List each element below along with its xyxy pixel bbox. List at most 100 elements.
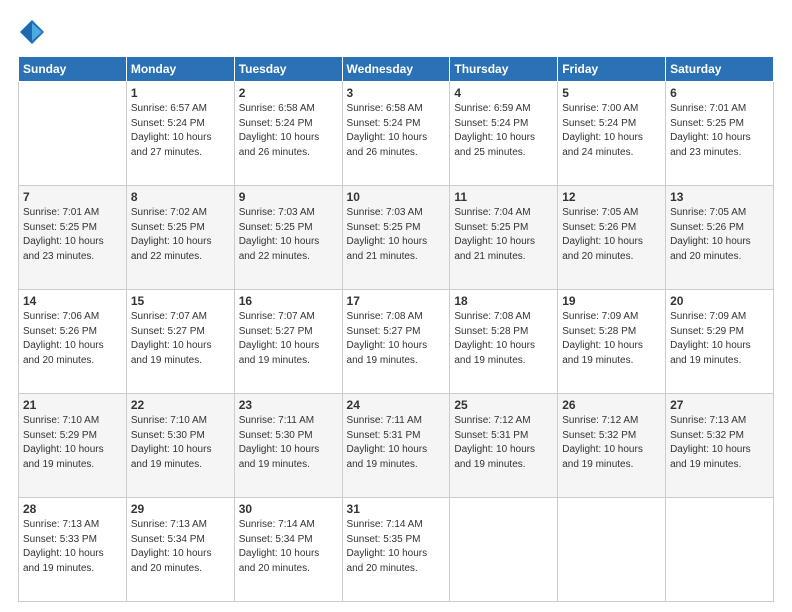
col-header-monday: Monday	[126, 57, 234, 82]
day-number: 28	[23, 502, 122, 516]
col-header-friday: Friday	[558, 57, 666, 82]
day-number: 5	[562, 86, 661, 100]
day-cell: 26Sunrise: 7:12 AM Sunset: 5:32 PM Dayli…	[558, 394, 666, 498]
week-row-3: 14 Sunrise: 7:06 AM Sunset: 5:26 PM Dayli…	[19, 290, 774, 394]
day-info: Sunrise: 7:13 AM Sunset: 5:33 PM Dayligh…	[23, 518, 122, 576]
day-number: 31	[347, 502, 446, 516]
day-number: 12	[562, 190, 661, 204]
logo	[18, 18, 50, 46]
day-number: 8	[131, 190, 230, 204]
day-info: Sunrise: 7:08 AM Sunset: 5:28 PM Dayligh…	[454, 310, 553, 368]
day-cell: 11 Sunrise: 7:04 AM Sunset: 5:25 PM Dayli…	[450, 186, 558, 290]
day-info: Sunrise: 7:14 AM Sunset: 5:35 PM Dayligh…	[347, 518, 446, 576]
day-info: Sunrise: 7:04 AM Sunset: 5:25 PM Dayligh…	[454, 206, 553, 264]
day-number: 15	[131, 294, 230, 308]
day-info: Sunrise: 7:10 AM Sunset: 5:29 PM Dayligh…	[23, 414, 122, 472]
col-header-saturday: Saturday	[666, 57, 774, 82]
page: SundayMondayTuesdayWednesdayThursdayFrid…	[0, 0, 792, 612]
day-info: Sunrise: 6:59 AM Sunset: 5:24 PM Dayligh…	[454, 102, 553, 160]
day-cell	[558, 498, 666, 602]
col-header-tuesday: Tuesday	[234, 57, 342, 82]
day-number: 27	[670, 398, 769, 412]
day-number: 26	[562, 398, 661, 412]
day-number: 4	[454, 86, 553, 100]
col-header-wednesday: Wednesday	[342, 57, 450, 82]
day-cell: 29 Sunrise: 7:13 AM Sunset: 5:34 PM Dayli…	[126, 498, 234, 602]
day-info: Sunrise: 6:58 AM Sunset: 5:24 PM Dayligh…	[239, 102, 338, 160]
day-info: Sunrise: 7:03 AM Sunset: 5:25 PM Dayligh…	[347, 206, 446, 264]
day-number: 29	[131, 502, 230, 516]
day-cell: 28 Sunrise: 7:13 AM Sunset: 5:33 PM Dayli…	[19, 498, 127, 602]
day-info: Sunrise: 7:05 AM Sunset: 5:26 PM Dayligh…	[670, 206, 769, 264]
day-cell: 25 Sunrise: 7:12 AM Sunset: 5:31 PM Dayli…	[450, 394, 558, 498]
day-info: Sunrise: 7:12 AM Sunset: 5:31 PM Dayligh…	[454, 414, 553, 472]
day-info: Sunrise: 7:11 AM Sunset: 5:31 PM Dayligh…	[347, 414, 446, 472]
day-cell: 19 Sunrise: 7:09 AM Sunset: 5:28 PM Dayli…	[558, 290, 666, 394]
day-cell: 20Sunrise: 7:09 AM Sunset: 5:29 PM Dayli…	[666, 290, 774, 394]
day-number: 16	[239, 294, 338, 308]
day-number: 20	[670, 294, 769, 308]
day-number: 18	[454, 294, 553, 308]
day-number: 14	[23, 294, 122, 308]
day-info: Sunrise: 7:13 AM Sunset: 5:32 PM Dayligh…	[670, 414, 769, 472]
day-cell: 4 Sunrise: 6:59 AM Sunset: 5:24 PM Daylig…	[450, 82, 558, 186]
day-info: Sunrise: 6:58 AM Sunset: 5:24 PM Dayligh…	[347, 102, 446, 160]
day-info: Sunrise: 7:10 AM Sunset: 5:30 PM Dayligh…	[131, 414, 230, 472]
day-info: Sunrise: 7:08 AM Sunset: 5:27 PM Dayligh…	[347, 310, 446, 368]
day-number: 11	[454, 190, 553, 204]
day-info: Sunrise: 7:14 AM Sunset: 5:34 PM Dayligh…	[239, 518, 338, 576]
day-number: 9	[239, 190, 338, 204]
week-row-4: 21 Sunrise: 7:10 AM Sunset: 5:29 PM Dayli…	[19, 394, 774, 498]
day-info: Sunrise: 7:05 AM Sunset: 5:26 PM Dayligh…	[562, 206, 661, 264]
day-number: 7	[23, 190, 122, 204]
day-info: Sunrise: 6:57 AM Sunset: 5:24 PM Dayligh…	[131, 102, 230, 160]
logo-icon	[18, 18, 46, 46]
day-info: Sunrise: 7:00 AM Sunset: 5:24 PM Dayligh…	[562, 102, 661, 160]
day-cell: 10 Sunrise: 7:03 AM Sunset: 5:25 PM Dayli…	[342, 186, 450, 290]
day-number: 25	[454, 398, 553, 412]
day-cell: 7 Sunrise: 7:01 AM Sunset: 5:25 PM Daylig…	[19, 186, 127, 290]
day-cell: 22Sunrise: 7:10 AM Sunset: 5:30 PM Dayli…	[126, 394, 234, 498]
day-cell: 18 Sunrise: 7:08 AM Sunset: 5:28 PM Dayli…	[450, 290, 558, 394]
day-cell: 2 Sunrise: 6:58 AM Sunset: 5:24 PM Daylig…	[234, 82, 342, 186]
day-info: Sunrise: 7:01 AM Sunset: 5:25 PM Dayligh…	[23, 206, 122, 264]
day-number: 13	[670, 190, 769, 204]
day-cell: 31 Sunrise: 7:14 AM Sunset: 5:35 PM Dayli…	[342, 498, 450, 602]
day-number: 1	[131, 86, 230, 100]
day-number: 17	[347, 294, 446, 308]
day-info: Sunrise: 7:03 AM Sunset: 5:25 PM Dayligh…	[239, 206, 338, 264]
header-row: SundayMondayTuesdayWednesdayThursdayFrid…	[19, 57, 774, 82]
day-cell	[450, 498, 558, 602]
day-number: 3	[347, 86, 446, 100]
day-cell: 30 Sunrise: 7:14 AM Sunset: 5:34 PM Dayli…	[234, 498, 342, 602]
day-cell: 9 Sunrise: 7:03 AM Sunset: 5:25 PM Daylig…	[234, 186, 342, 290]
day-cell: 13 Sunrise: 7:05 AM Sunset: 5:26 PM Dayli…	[666, 186, 774, 290]
week-row-5: 28 Sunrise: 7:13 AM Sunset: 5:33 PM Dayli…	[19, 498, 774, 602]
day-cell: 3 Sunrise: 6:58 AM Sunset: 5:24 PM Daylig…	[342, 82, 450, 186]
day-info: Sunrise: 7:02 AM Sunset: 5:25 PM Dayligh…	[131, 206, 230, 264]
day-cell: 12 Sunrise: 7:05 AM Sunset: 5:26 PM Dayli…	[558, 186, 666, 290]
day-number: 19	[562, 294, 661, 308]
day-info: Sunrise: 7:13 AM Sunset: 5:34 PM Dayligh…	[131, 518, 230, 576]
day-cell: 8 Sunrise: 7:02 AM Sunset: 5:25 PM Daylig…	[126, 186, 234, 290]
day-number: 24	[347, 398, 446, 412]
day-number: 2	[239, 86, 338, 100]
day-cell	[666, 498, 774, 602]
week-row-2: 7 Sunrise: 7:01 AM Sunset: 5:25 PM Daylig…	[19, 186, 774, 290]
header	[18, 18, 774, 46]
day-info: Sunrise: 7:01 AM Sunset: 5:25 PM Dayligh…	[670, 102, 769, 160]
day-cell: 14 Sunrise: 7:06 AM Sunset: 5:26 PM Dayli…	[19, 290, 127, 394]
day-cell: 27 Sunrise: 7:13 AM Sunset: 5:32 PM Dayli…	[666, 394, 774, 498]
day-cell: 1 Sunrise: 6:57 AM Sunset: 5:24 PM Daylig…	[126, 82, 234, 186]
col-header-thursday: Thursday	[450, 57, 558, 82]
day-number: 6	[670, 86, 769, 100]
day-info: Sunrise: 7:09 AM Sunset: 5:28 PM Dayligh…	[562, 310, 661, 368]
col-header-sunday: Sunday	[19, 57, 127, 82]
day-cell: 23Sunrise: 7:11 AM Sunset: 5:30 PM Dayli…	[234, 394, 342, 498]
day-number: 10	[347, 190, 446, 204]
day-cell: 21 Sunrise: 7:10 AM Sunset: 5:29 PM Dayli…	[19, 394, 127, 498]
day-number: 21	[23, 398, 122, 412]
day-info: Sunrise: 7:06 AM Sunset: 5:26 PM Dayligh…	[23, 310, 122, 368]
day-number: 30	[239, 502, 338, 516]
day-cell: 16Sunrise: 7:07 AM Sunset: 5:27 PM Dayli…	[234, 290, 342, 394]
